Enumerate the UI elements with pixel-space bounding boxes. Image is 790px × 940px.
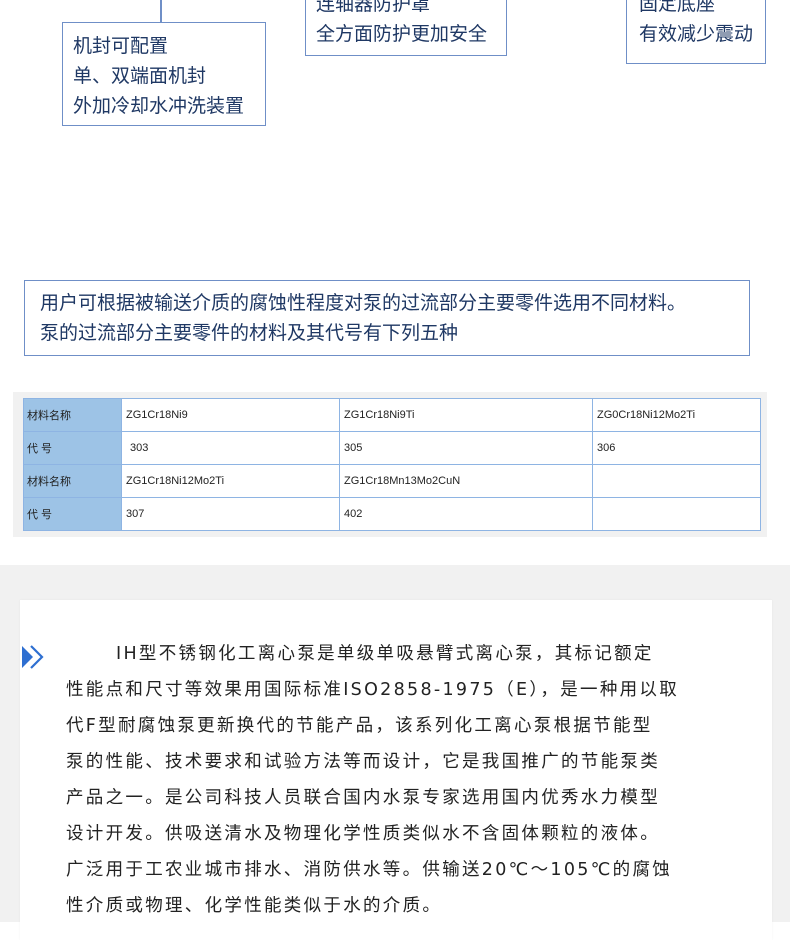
description-line: 代F型耐腐蚀泵更新换代的节能产品，该系列化工离心泵根据节能型 — [66, 716, 653, 736]
table-cell — [592, 497, 761, 531]
callout-line: 机封可配置 — [73, 35, 169, 57]
callout-line: 固定底座 — [639, 0, 716, 15]
material-notice-box: 用户可根据被输送介质的腐蚀性程度对泵的过流部分主要零件选用不同材料。 泵的过流部… — [24, 280, 750, 356]
description-line: IH型不锈钢化工离心泵是单级单吸悬臂式离心泵，其标记额定 — [116, 644, 654, 664]
table-cell — [592, 464, 761, 498]
table-cell: 306 — [592, 431, 761, 465]
table-cell: ZG1Cr18Ni9 — [121, 398, 340, 432]
description-line: 性介质或物理、化学性能类似于水的介质。 — [66, 896, 443, 916]
callout-fixed-base: 固定底座 有效减少震动 — [626, 0, 766, 64]
materials-table: 材料名称 ZG1Cr18Ni9 ZG1Cr18Ni9Ti ZG0Cr18Ni12… — [23, 398, 761, 531]
table-row: 材料名称 ZG1Cr18Ni12Mo2Ti ZG1Cr18Mn13Mo2CuN — [23, 464, 761, 498]
table-cell: 307 — [121, 497, 340, 531]
table-cell: ZG1Cr18Ni12Mo2Ti — [121, 464, 340, 498]
callout-line: 全方面防护更加安全 — [316, 23, 488, 45]
table-row: 材料名称 ZG1Cr18Ni9 ZG1Cr18Ni9Ti ZG0Cr18Ni12… — [23, 398, 761, 432]
callout-mechanical-seal: 机封可配置 单、双端面机封 外加冷却水冲洗装置 — [62, 22, 266, 126]
table-cell: 代 号 — [23, 431, 122, 465]
description-line: 性能点和尺寸等效果用国际标准ISO2858-1975（E），是一种用以取 — [66, 680, 680, 700]
description-line: 设计开发。供吸送清水及物理化学性质类似水不含固体颗粒的液体。 — [66, 824, 660, 844]
table-cell: 材料名称 — [23, 398, 122, 432]
notice-line: 泵的过流部分主要零件的材料及其代号有下列五种 — [40, 322, 459, 344]
table-cell: ZG1Cr18Mn13Mo2CuN — [339, 464, 593, 498]
table-cell: 材料名称 — [23, 464, 122, 498]
table-cell: 代 号 — [23, 497, 122, 531]
table-cell: 305 — [339, 431, 593, 465]
product-description: IH型不锈钢化工离心泵是单级单吸悬臂式离心泵，其标记额定 性能点和尺寸等效果用国… — [66, 636, 754, 924]
materials-table-panel: 材料名称 ZG1Cr18Ni9 ZG1Cr18Ni9Ti ZG0Cr18Ni12… — [13, 392, 767, 537]
table-row: 代 号 307 402 — [23, 497, 761, 531]
callout-connector-line — [160, 0, 162, 22]
callout-line: 单、双端面机封 — [73, 65, 207, 87]
callout-line: 连轴器防护罩 — [316, 0, 431, 15]
description-line: 泵的性能、技术要求和试验方法等而设计，它是我国推广的节能泵类 — [66, 752, 660, 772]
description-line: 产品之一。是公司科技人员联合国内水泵专家选用国内优秀水力模型 — [66, 788, 660, 808]
table-row: 代 号 303 305 306 — [23, 431, 761, 465]
notice-line: 用户可根据被输送介质的腐蚀性程度对泵的过流部分主要零件选用不同材料。 — [40, 292, 687, 314]
description-line: 广泛用于工农业城市排水、消防供水等。供输送20℃～105℃的腐蚀 — [66, 860, 673, 880]
callout-coupling-guard: 连轴器防护罩 全方面防护更加安全 — [305, 0, 507, 56]
table-cell: 303 — [121, 431, 340, 465]
table-cell: 402 — [339, 497, 593, 531]
double-chevron-right-icon — [22, 645, 44, 669]
table-cell: ZG0Cr18Ni12Mo2Ti — [592, 398, 761, 432]
table-cell: ZG1Cr18Ni9Ti — [339, 398, 593, 432]
callout-line: 外加冷却水冲洗装置 — [73, 95, 245, 117]
callout-line: 有效减少震动 — [639, 23, 754, 45]
